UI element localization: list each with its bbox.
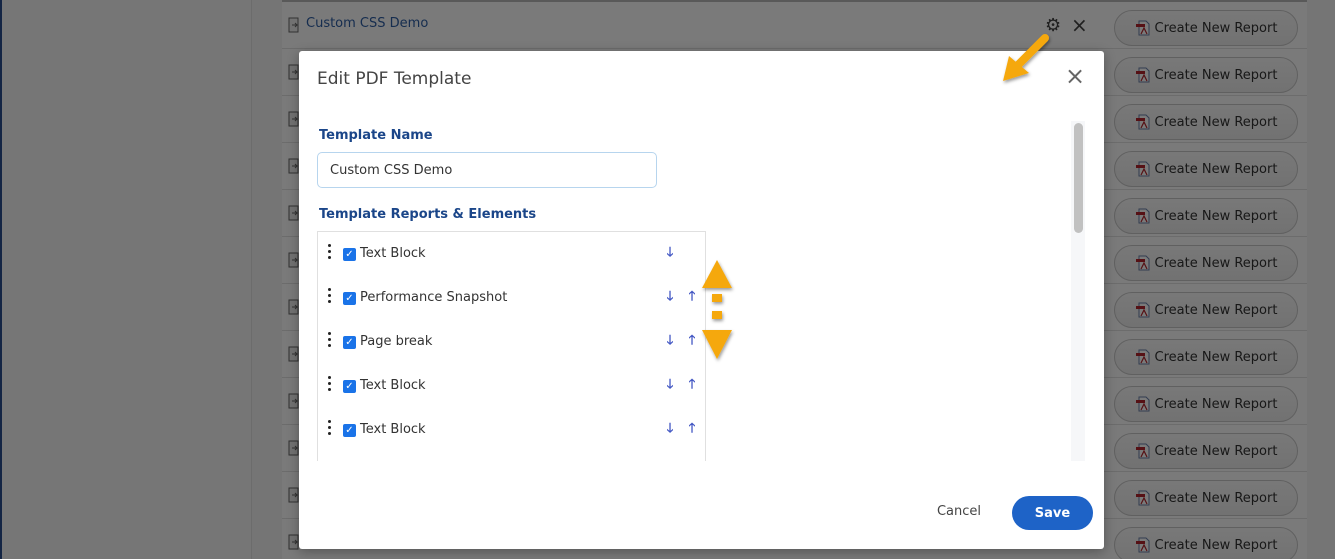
element-checkbox[interactable]: ✓ [343,380,356,393]
elements-list: ✓ Text Block 🡓 ✓ Performance Snapshot 🡓 … [317,231,706,461]
annotation-arrow-icon [1003,34,1049,81]
template-name-input[interactable] [317,152,657,188]
drag-handle-icon[interactable] [328,420,332,436]
cancel-button[interactable]: Cancel [923,497,995,527]
save-button[interactable]: Save [1012,496,1093,530]
move-up-icon[interactable]: 🡑 [684,420,700,438]
element-list-item: ✓ Page break 🡓 🡑 [318,320,705,364]
element-list-item: ✓ Performance Snapshot 🡓 🡑 [318,276,705,320]
drag-handle-icon[interactable] [328,288,332,304]
template-name-label: Template Name [319,128,433,143]
drag-handle-icon[interactable] [328,332,332,348]
drag-handle-icon[interactable] [328,244,332,260]
move-up-icon[interactable]: 🡑 [684,376,700,394]
element-label: Performance Snapshot [360,290,508,305]
drag-handle-icon[interactable] [328,376,332,392]
dialog-scrollbar[interactable] [1071,121,1085,461]
move-down-icon[interactable]: 🡓 [662,288,678,306]
element-list-item: ✓ Text Block 🡓 🡑 [318,408,705,452]
element-list-item: ✓ Text Block 🡓 [318,232,705,276]
move-down-icon[interactable]: 🡓 [662,420,678,438]
element-checkbox[interactable]: ✓ [343,336,356,349]
element-label: Text Block [360,246,426,261]
element-checkbox[interactable]: ✓ [343,424,356,437]
annotation-reorder-icon [702,260,732,359]
element-label: Page break [360,334,433,349]
element-list-item: ✓ Text Block 🡓 🡑 [318,364,705,408]
dialog-title: Edit PDF Template [317,69,472,89]
scrollbar-thumb[interactable] [1074,123,1083,233]
move-down-icon[interactable]: 🡓 [662,332,678,350]
close-icon[interactable]: × [1064,64,1086,88]
element-checkbox[interactable]: ✓ [343,292,356,305]
element-label: Text Block [360,422,426,437]
element-checkbox[interactable]: ✓ [343,248,356,261]
element-label: Text Block [360,378,426,393]
elements-label: Template Reports & Elements [319,207,537,222]
move-down-icon[interactable]: 🡓 [662,376,678,394]
move-down-icon[interactable]: 🡓 [662,244,678,262]
